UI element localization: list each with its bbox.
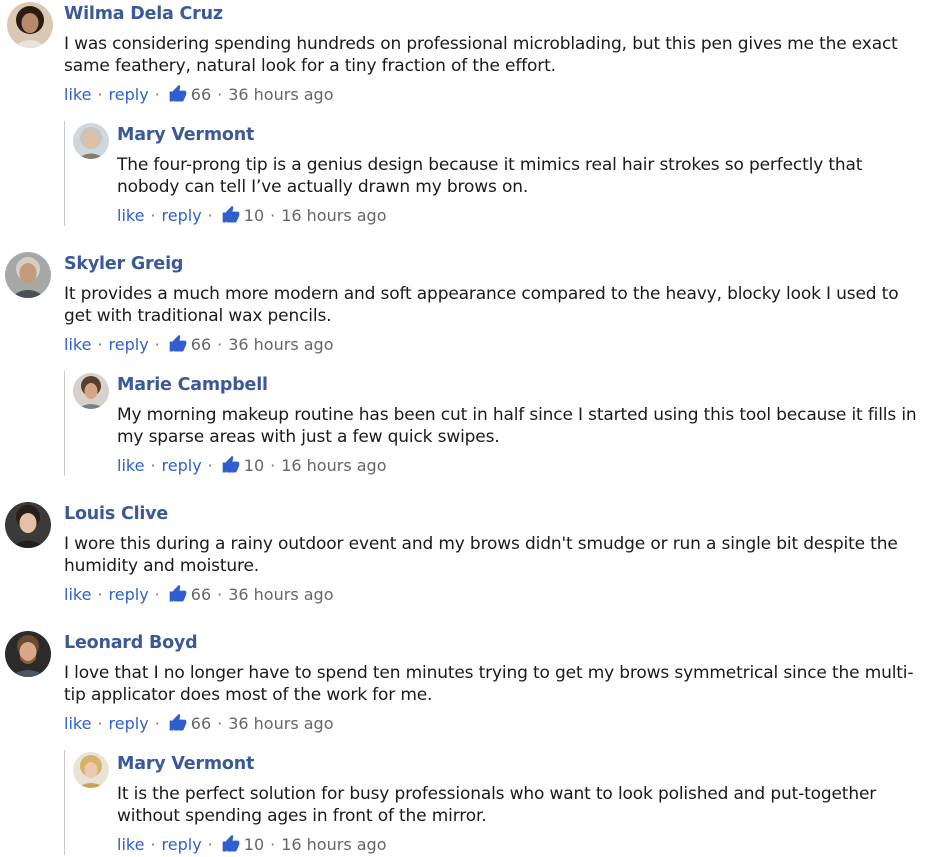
separator: · bbox=[97, 84, 103, 104]
user-avatar[interactable] bbox=[5, 252, 51, 298]
thumbs-up-icon[interactable] bbox=[168, 84, 188, 104]
reply-link[interactable]: reply bbox=[109, 714, 149, 733]
comment-author[interactable]: Leonard Boyd bbox=[64, 633, 198, 653]
separator: · bbox=[97, 334, 103, 354]
reply-link[interactable]: reply bbox=[109, 85, 149, 104]
thumbs-up-icon[interactable] bbox=[168, 584, 188, 604]
like-count: 66 bbox=[190, 334, 212, 354]
timestamp: 16 hours ago bbox=[281, 455, 387, 475]
separator: · bbox=[97, 713, 103, 733]
separator: · bbox=[150, 205, 156, 225]
comment-text: My morning makeup routine has been cut i… bbox=[117, 405, 917, 447]
reply-link[interactable]: reply bbox=[162, 456, 202, 475]
thumbs-up-icon[interactable] bbox=[168, 713, 188, 733]
user-avatar[interactable] bbox=[73, 373, 109, 409]
timestamp: 16 hours ago bbox=[281, 834, 387, 854]
comment-text: I love that I no longer have to spend te… bbox=[64, 663, 914, 705]
like-link[interactable]: like bbox=[64, 714, 91, 733]
comment-actions: like · reply · 10 · 16 hours ago bbox=[117, 833, 386, 855]
like-link[interactable]: like bbox=[64, 585, 91, 604]
like-count: 66 bbox=[190, 713, 212, 733]
like-count: 10 bbox=[243, 205, 265, 225]
like-count: 66 bbox=[190, 84, 212, 104]
comment-author[interactable]: Louis Clive bbox=[64, 504, 168, 524]
thumbs-up-icon[interactable] bbox=[221, 455, 241, 475]
reply-thread-line bbox=[64, 371, 65, 476]
like-count: 10 bbox=[243, 834, 265, 854]
reply-link[interactable]: reply bbox=[109, 335, 149, 354]
separator: · bbox=[207, 205, 213, 225]
timestamp: 36 hours ago bbox=[228, 84, 334, 104]
comment-author[interactable]: Mary Vermont bbox=[117, 754, 254, 774]
reply-thread-line bbox=[64, 121, 65, 226]
comment-actions: like · reply · 66 · 36 hours ago bbox=[64, 333, 333, 355]
reply-link[interactable]: reply bbox=[109, 585, 149, 604]
timestamp: 36 hours ago bbox=[228, 713, 334, 733]
comment-actions: like · reply · 66 · 36 hours ago bbox=[64, 712, 333, 734]
comment-text: I was considering spending hundreds on p… bbox=[64, 34, 898, 76]
reply-link[interactable]: reply bbox=[162, 835, 202, 854]
reply-link[interactable]: reply bbox=[162, 206, 202, 225]
separator: · bbox=[217, 334, 223, 354]
separator: · bbox=[97, 584, 103, 604]
user-avatar[interactable] bbox=[5, 631, 51, 677]
comment-author[interactable]: Skyler Greig bbox=[64, 254, 183, 274]
thumbs-up-icon[interactable] bbox=[221, 834, 241, 854]
reply-thread-line bbox=[64, 750, 65, 855]
comment-text: It is the perfect solution for busy prof… bbox=[117, 784, 877, 826]
separator: · bbox=[150, 834, 156, 854]
timestamp: 36 hours ago bbox=[228, 334, 334, 354]
comment-author[interactable]: Mary Vermont bbox=[117, 125, 254, 145]
user-avatar[interactable] bbox=[5, 502, 51, 548]
user-avatar[interactable] bbox=[7, 2, 53, 48]
separator: · bbox=[270, 205, 276, 225]
comment-author[interactable]: Wilma Dela Cruz bbox=[64, 4, 223, 24]
timestamp: 36 hours ago bbox=[228, 584, 334, 604]
user-avatar[interactable] bbox=[73, 123, 109, 159]
separator: · bbox=[154, 84, 160, 104]
comment-actions: like · reply · 66 · 36 hours ago bbox=[64, 583, 333, 605]
comment-actions: like · reply · 10 · 16 hours ago bbox=[117, 454, 386, 476]
user-avatar[interactable] bbox=[73, 752, 109, 788]
like-link[interactable]: like bbox=[117, 206, 144, 225]
separator: · bbox=[150, 455, 156, 475]
separator: · bbox=[217, 84, 223, 104]
comment-actions: like · reply · 10 · 16 hours ago bbox=[117, 204, 386, 226]
separator: · bbox=[154, 334, 160, 354]
separator: · bbox=[217, 713, 223, 733]
thumbs-up-icon[interactable] bbox=[221, 205, 241, 225]
comment-text: The four-prong tip is a genius design be… bbox=[117, 155, 863, 197]
comment-author[interactable]: Marie Campbell bbox=[117, 375, 268, 395]
separator: · bbox=[270, 834, 276, 854]
separator: · bbox=[207, 834, 213, 854]
timestamp: 16 hours ago bbox=[281, 205, 387, 225]
separator: · bbox=[154, 584, 160, 604]
separator: · bbox=[217, 584, 223, 604]
like-link[interactable]: like bbox=[64, 85, 91, 104]
like-link[interactable]: like bbox=[117, 835, 144, 854]
separator: · bbox=[207, 455, 213, 475]
thumbs-up-icon[interactable] bbox=[168, 334, 188, 354]
comment-actions: like · reply · 66 · 36 hours ago bbox=[64, 83, 333, 105]
like-count: 66 bbox=[190, 584, 212, 604]
comment-text: I wore this during a rainy outdoor event… bbox=[64, 534, 898, 576]
separator: · bbox=[154, 713, 160, 733]
comment-text: It provides a much more modern and soft … bbox=[64, 284, 899, 326]
like-count: 10 bbox=[243, 455, 265, 475]
like-link[interactable]: like bbox=[64, 335, 91, 354]
like-link[interactable]: like bbox=[117, 456, 144, 475]
separator: · bbox=[270, 455, 276, 475]
